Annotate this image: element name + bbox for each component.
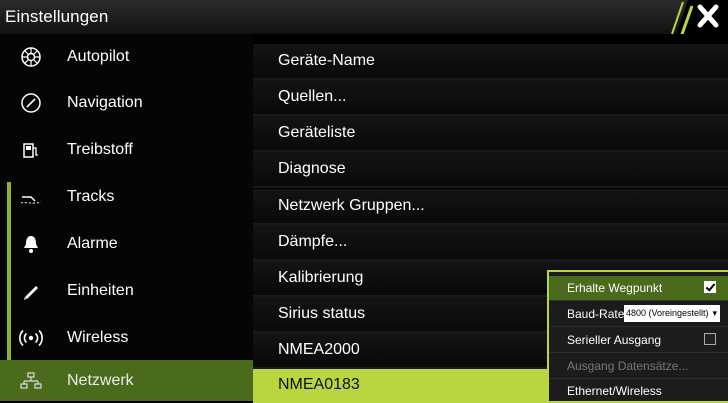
- sidebar-item-autopilot[interactable]: Autopilot: [0, 34, 253, 79]
- menu-item-label: Diagnose: [278, 160, 346, 177]
- menu-item-network-groups[interactable]: Netzwerk Gruppen...: [253, 189, 728, 225]
- serial-output-option[interactable]: Serieller Ausgang: [549, 328, 728, 353]
- nmea0183-options-popup: Erhalte Wegpunkt Baud-Rate 4800 (Voreing…: [547, 270, 728, 401]
- baud-rate-select[interactable]: 4800 (Voreingestellt) ▾: [624, 305, 720, 322]
- title-bar: Einstellungen: [0, 0, 728, 41]
- tracks-icon: [18, 184, 44, 210]
- output-sentences-option: Ausgang Datensätze...: [549, 354, 728, 379]
- sidebar-item-netzwerk[interactable]: Netzwerk: [0, 360, 253, 401]
- sidebar-item-einheiten[interactable]: Einheiten: [0, 268, 253, 313]
- serial-output-checkbox[interactable]: [704, 333, 716, 345]
- output-sentences-label: Ausgang Datensätze...: [567, 359, 689, 373]
- sidebar-item-tracks[interactable]: Tracks: [0, 174, 253, 219]
- baud-rate-option[interactable]: Baud-Rate 4800 (Voreingestellt) ▾: [549, 302, 728, 327]
- menu-item-damping[interactable]: Dämpfe...: [253, 225, 728, 261]
- network-icon: [18, 368, 44, 394]
- dropdown-arrow-icon: ▾: [712, 308, 717, 318]
- ruler-pen-icon: [18, 278, 44, 304]
- ethernet-wireless-label: Ethernet/Wireless: [567, 384, 662, 398]
- window-title: Einstellungen: [5, 7, 109, 26]
- sidebar-item-label: Autopilot: [67, 47, 130, 65]
- menu-item-label: Geräteliste: [278, 124, 356, 141]
- sidebar-item-alarme[interactable]: Alarme: [0, 221, 253, 266]
- sidebar-item-label: Treibstoff: [67, 140, 133, 158]
- sidebar-item-treibstoff[interactable]: Treibstoff: [0, 127, 253, 172]
- sidebar-item-label: Netzwerk: [67, 371, 134, 389]
- sidebar-item-wireless[interactable]: Wireless: [0, 315, 253, 360]
- receive-waypoint-checkbox[interactable]: [704, 281, 716, 293]
- menu-item-label: NMEA0183: [278, 376, 360, 393]
- sidebar-item-label: Einheiten: [67, 281, 134, 299]
- menu-item-label: Sirius status: [278, 305, 366, 322]
- menu-item-device-list[interactable]: Geräteliste: [253, 116, 728, 152]
- wireless-signal-icon: [18, 325, 44, 351]
- menu-item-sources[interactable]: Quellen...: [253, 80, 728, 116]
- menu-item-label: Netzwerk Gruppen...: [278, 197, 425, 214]
- autopilot-helm-icon: [18, 44, 44, 70]
- sidebar-item-navigation[interactable]: Navigation: [0, 80, 253, 125]
- menu-item-diagnostics[interactable]: Diagnose: [253, 152, 728, 188]
- receive-waypoint-option[interactable]: Erhalte Wegpunkt: [549, 276, 728, 301]
- receive-waypoint-label: Erhalte Wegpunkt: [567, 281, 663, 295]
- sidebar-item-label: Tracks: [67, 187, 115, 205]
- sidebar-item-label: Alarme: [67, 234, 118, 252]
- menu-item-label: Kalibrierung: [278, 269, 364, 286]
- settings-sidebar: Autopilot Navigation Treibstoff Tracks A…: [0, 34, 253, 401]
- baud-rate-label: Baud-Rate: [567, 307, 625, 321]
- compass-icon: [18, 90, 44, 116]
- baud-rate-value: 4800 (Voreingestellt): [626, 308, 709, 318]
- menu-item-label: Geräte-Name: [278, 52, 375, 69]
- menu-item-device-name[interactable]: Geräte-Name: [253, 44, 728, 80]
- sidebar-item-label: Wireless: [67, 328, 129, 346]
- menu-item-label: Dämpfe...: [278, 233, 348, 250]
- sidebar-item-label: Navigation: [67, 93, 143, 111]
- ethernet-wireless-option[interactable]: Ethernet/Wireless: [549, 379, 728, 403]
- serial-output-label: Serieller Ausgang: [567, 333, 662, 347]
- bell-icon: [18, 231, 44, 257]
- menu-item-label: Quellen...: [278, 88, 347, 105]
- fuel-pump-icon: [18, 137, 44, 163]
- menu-item-label: NMEA2000: [278, 341, 360, 358]
